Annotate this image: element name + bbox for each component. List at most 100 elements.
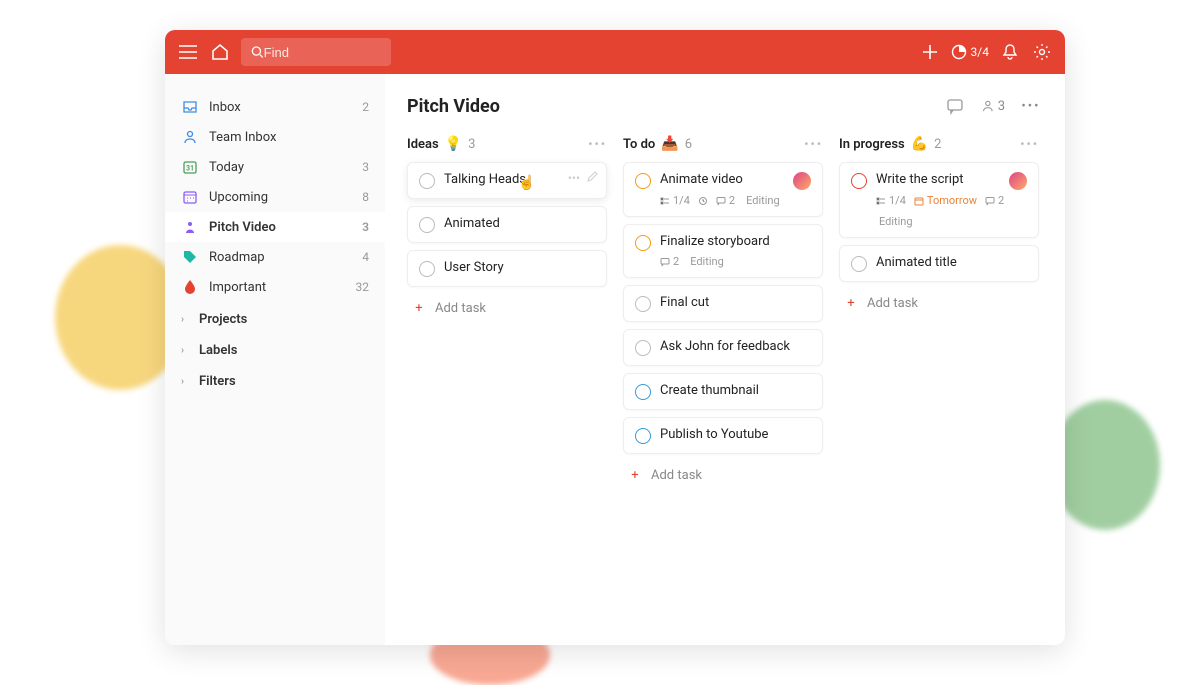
priority-checkbox[interactable]: [419, 217, 435, 233]
priority-checkbox[interactable]: [635, 428, 651, 444]
card-title: Publish to Youtube: [660, 427, 811, 442]
column-more-icon[interactable]: •••: [1020, 137, 1039, 151]
task-card[interactable]: Animated: [407, 206, 607, 243]
settings-icon[interactable]: [1031, 41, 1053, 63]
comment-icon: [716, 196, 726, 206]
priority-checkbox[interactable]: [419, 173, 435, 189]
add-icon[interactable]: [919, 41, 941, 63]
card-more-icon[interactable]: •••: [568, 171, 580, 185]
add-task-button[interactable]: +Add task: [623, 461, 823, 490]
svg-text:31: 31: [186, 165, 194, 173]
card-title: Ask John for feedback: [660, 339, 811, 354]
task-card[interactable]: User Story: [407, 250, 607, 287]
sidebar-item-inbox[interactable]: Inbox 2: [165, 92, 385, 122]
priority-checkbox[interactable]: [635, 296, 651, 312]
priority-checkbox[interactable]: [851, 256, 867, 272]
priority-checkbox[interactable]: [635, 173, 651, 189]
card-meta-subtask: 1/4: [660, 194, 690, 207]
sidebar-item-team-inbox[interactable]: Team Inbox: [165, 122, 385, 152]
task-card[interactable]: Animate video 1/42Editing: [623, 162, 823, 217]
section-label: Labels: [199, 343, 237, 358]
person-icon: [181, 218, 199, 236]
team-inbox-icon: [181, 128, 199, 146]
card-title: Create thumbnail: [660, 383, 811, 398]
home-icon[interactable]: [209, 41, 231, 63]
sidebar-item-pitch-video[interactable]: Pitch Video 3: [165, 212, 385, 242]
card-title: Animate video: [660, 172, 784, 187]
sidebar: Inbox 2 Team Inbox 31 Today 3 Upcoming 8…: [165, 74, 385, 645]
app-window: 3/4 Inbox 2 Team Inbox 31 Today 3: [165, 30, 1065, 645]
menu-icon[interactable]: [177, 41, 199, 63]
sidebar-item-today[interactable]: 31 Today 3: [165, 152, 385, 182]
share-button[interactable]: 3: [981, 94, 1005, 118]
search-box[interactable]: [241, 38, 391, 66]
bg-blob-green: [1050, 400, 1160, 530]
sidebar-item-label: Today: [209, 160, 244, 175]
sidebar-item-upcoming[interactable]: Upcoming 8: [165, 182, 385, 212]
task-card[interactable]: Publish to Youtube: [623, 417, 823, 454]
notifications-icon[interactable]: [999, 41, 1021, 63]
comments-icon[interactable]: [943, 94, 967, 118]
priority-checkbox[interactable]: [419, 261, 435, 277]
upcoming-icon: [181, 188, 199, 206]
card-title: Final cut: [660, 295, 811, 310]
priority-checkbox[interactable]: [851, 173, 867, 189]
card-meta-label: Editing: [876, 215, 913, 228]
sidebar-item-count: 4: [362, 250, 369, 264]
card-title: Write the script: [876, 172, 1000, 187]
plus-icon: +: [627, 468, 643, 483]
priority-checkbox[interactable]: [635, 384, 651, 400]
card-meta-reminder: [698, 194, 708, 207]
add-task-label: Add task: [435, 301, 486, 316]
task-card[interactable]: Ask John for feedback: [623, 329, 823, 366]
priority-checkbox[interactable]: [635, 235, 651, 251]
drop-icon: [181, 278, 199, 296]
column-count: 2: [934, 137, 941, 152]
sidebar-section-labels[interactable]: › Labels: [165, 333, 385, 364]
task-card[interactable]: Write the script 1/4Tomorrow2Editing: [839, 162, 1039, 238]
sidebar-item-label: Pitch Video: [209, 220, 276, 235]
assignee-avatar[interactable]: [1009, 172, 1027, 190]
sidebar-item-count: 32: [356, 280, 370, 294]
card-meta-due: Tomorrow: [914, 194, 977, 207]
add-task-button[interactable]: +Add task: [839, 289, 1039, 318]
priority-checkbox[interactable]: [635, 340, 651, 356]
search-icon: [251, 45, 264, 59]
task-card[interactable]: Talking Heads ••• ☝: [407, 162, 607, 199]
card-meta-comment: 2: [985, 194, 1004, 207]
assignee-avatar[interactable]: [793, 172, 811, 190]
column-more-icon[interactable]: •••: [588, 137, 607, 151]
karma-indicator[interactable]: 3/4: [951, 44, 989, 60]
inbox-icon: [181, 98, 199, 116]
more-icon[interactable]: •••: [1019, 94, 1043, 118]
task-card[interactable]: Final cut: [623, 285, 823, 322]
search-input[interactable]: [264, 45, 381, 60]
chevron-right-icon: ›: [181, 314, 191, 325]
task-card[interactable]: Animated title: [839, 245, 1039, 282]
section-label: Filters: [199, 374, 236, 389]
column-emoji-icon: 💡: [445, 136, 462, 152]
column-more-icon[interactable]: •••: [804, 137, 823, 151]
chevron-right-icon: ›: [181, 345, 191, 356]
task-card[interactable]: Create thumbnail: [623, 373, 823, 410]
sidebar-item-roadmap[interactable]: Roadmap 4: [165, 242, 385, 272]
column-emoji-icon: 📥: [661, 136, 678, 152]
column-header: Ideas 💡 3 •••: [407, 136, 607, 152]
sidebar-item-important[interactable]: Important 32: [165, 272, 385, 302]
section-label: Projects: [199, 312, 247, 327]
topbar: 3/4: [165, 30, 1065, 74]
card-title: Animated title: [876, 255, 1027, 270]
karma-text: 3/4: [971, 45, 989, 59]
due-icon: [914, 196, 924, 206]
board-column: In progress 💪 2 ••• Write the script 1/4…: [839, 136, 1039, 490]
chevron-right-icon: ›: [181, 376, 191, 387]
sidebar-section-filters[interactable]: › Filters: [165, 364, 385, 395]
task-card[interactable]: Finalize storyboard 2Editing: [623, 224, 823, 278]
sidebar-section-projects[interactable]: › Projects: [165, 302, 385, 333]
sidebar-item-count: 2: [362, 100, 369, 114]
plus-icon: +: [843, 296, 859, 311]
card-edit-icon[interactable]: [586, 171, 598, 185]
comment-icon: [660, 257, 670, 267]
add-task-button[interactable]: +Add task: [407, 294, 607, 323]
main-content: Pitch Video 3 ••• Ideas 💡 3 ••• Talking …: [385, 74, 1065, 645]
